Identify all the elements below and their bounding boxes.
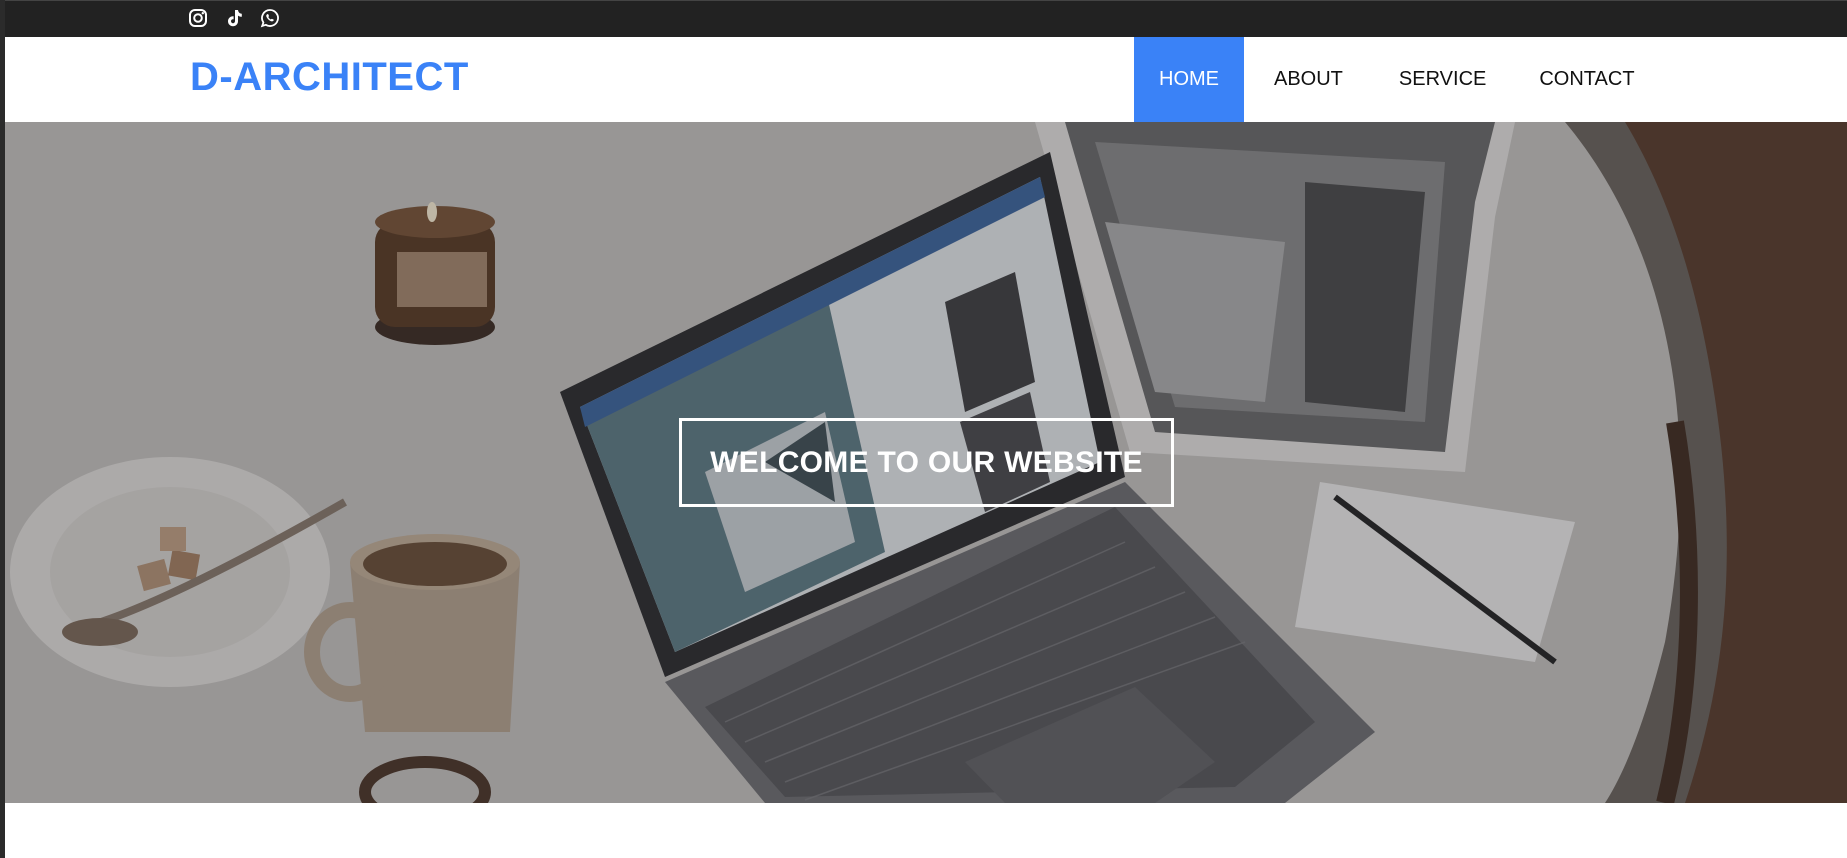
- main-nav: HOME ABOUT SERVICE CONTACT: [1134, 37, 1660, 122]
- tiktok-icon[interactable]: [224, 8, 244, 28]
- page: D-ARCHITECT HOME ABOUT SERVICE CONTACT W…: [5, 0, 1847, 858]
- nav-about[interactable]: ABOUT: [1244, 37, 1374, 122]
- welcome-banner: WELCOME TO OUR WEBSITE: [679, 418, 1174, 507]
- site-logo[interactable]: D-ARCHITECT: [190, 55, 469, 100]
- hero-section: WELCOME TO OUR WEBSITE: [5, 122, 1847, 803]
- social-bar: [5, 0, 1847, 37]
- whatsapp-icon[interactable]: [260, 8, 280, 28]
- nav-service[interactable]: SERVICE: [1374, 37, 1514, 122]
- nav-contact[interactable]: CONTACT: [1514, 37, 1659, 122]
- social-icons: [188, 8, 280, 28]
- content-area: [5, 803, 1847, 858]
- welcome-title: WELCOME TO OUR WEBSITE: [710, 445, 1143, 479]
- instagram-icon[interactable]: [188, 8, 208, 28]
- nav-home[interactable]: HOME: [1134, 37, 1244, 122]
- site-header: D-ARCHITECT HOME ABOUT SERVICE CONTACT: [5, 37, 1847, 122]
